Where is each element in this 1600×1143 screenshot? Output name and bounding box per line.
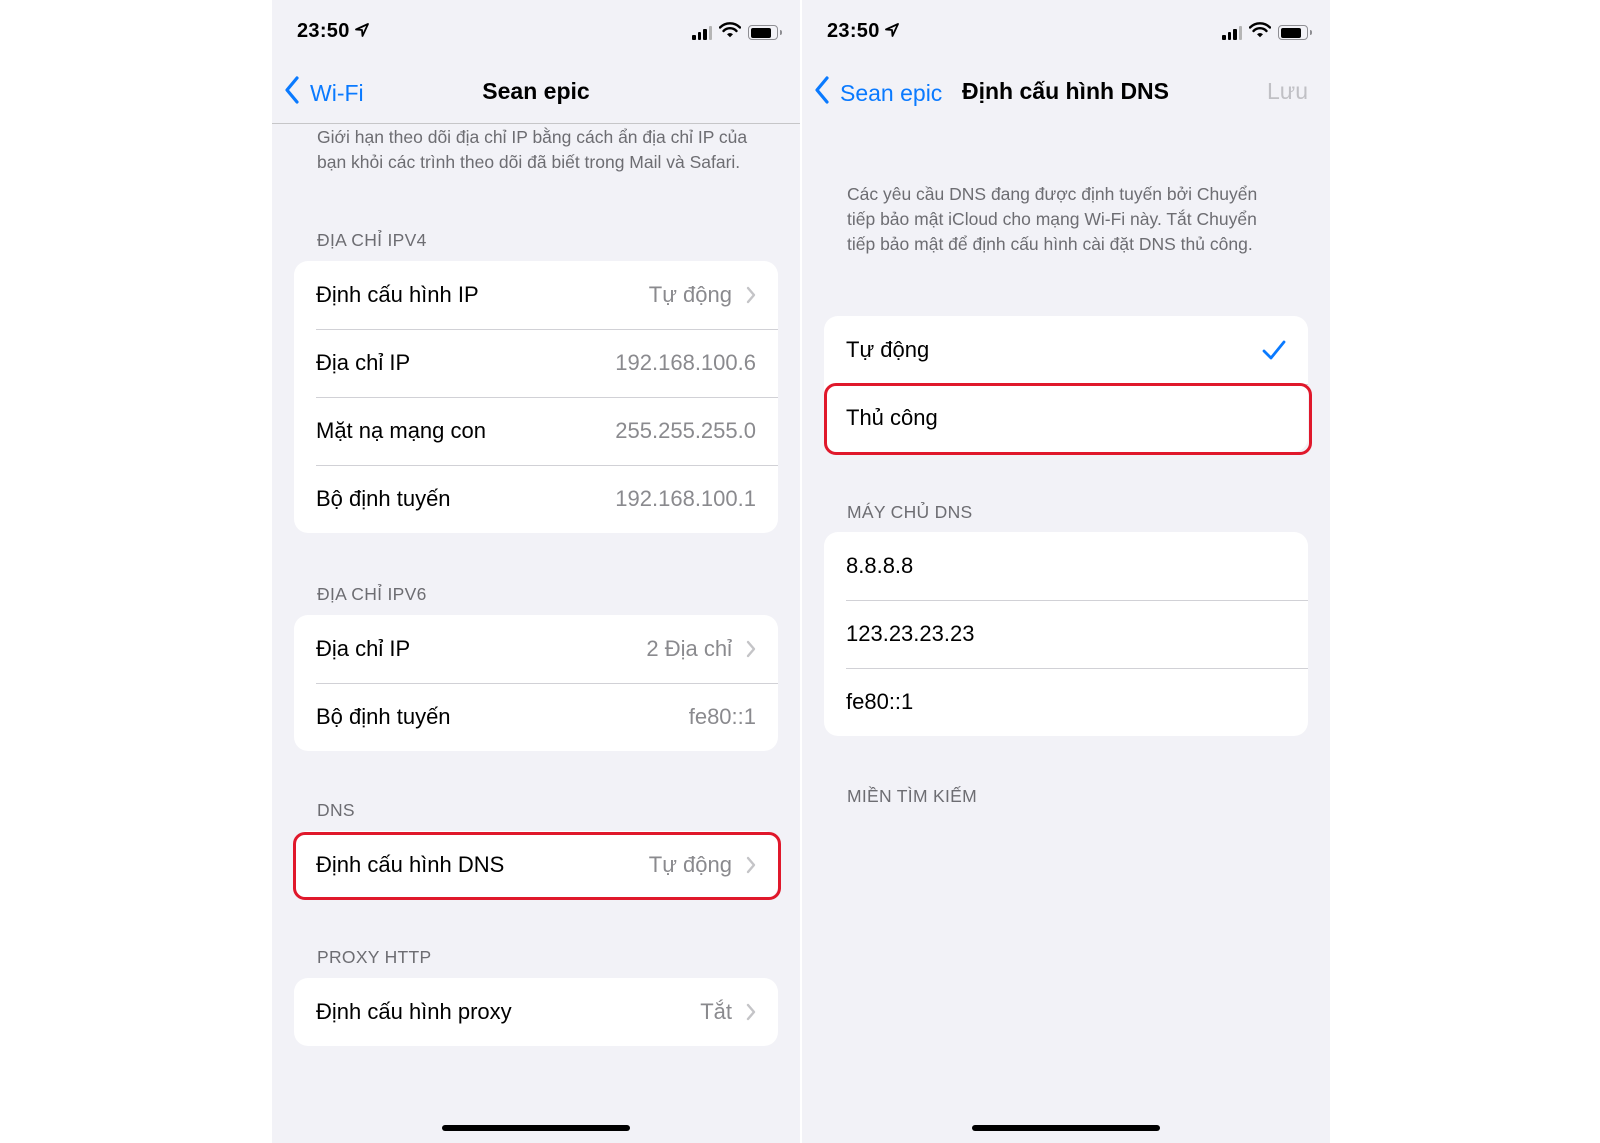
status-bar: 23:50 (802, 0, 1330, 62)
dns-server-address: 8.8.8.8 (846, 553, 914, 578)
row-label: Định cấu hình IP (316, 282, 479, 307)
dns-server-address: fe80::1 (846, 689, 914, 714)
navigation-bar: Sean epic Định cấu hình DNS Lưu (802, 62, 1330, 124)
configure-ip-row[interactable]: Định cấu hình IP Tự động (294, 261, 778, 329)
chevron-left-icon (814, 76, 840, 110)
chevron-right-icon (746, 1003, 756, 1021)
home-indicator[interactable] (442, 1125, 630, 1131)
section-header-search-domains: MIỀN TÌM KIẾM (847, 786, 977, 806)
private-address-footnote: Giới hạn theo dõi địa chỉ IP bằng cách ẩ… (317, 127, 748, 172)
phone-screen-wifi-details: 23:50 Wi-Fi Sean epic Giới hạn theo dõi … (272, 0, 800, 1143)
icloud-relay-footnote: Các yêu cầu DNS đang được định tuyến bởi… (847, 184, 1258, 254)
page-title: Sean epic (482, 78, 590, 104)
battery-icon (1278, 25, 1312, 40)
checkmark-icon (1262, 339, 1286, 361)
dns-server-row[interactable]: 8.8.8.8 (824, 532, 1308, 600)
section-header-dns: DNS (317, 800, 355, 820)
chevron-right-icon (746, 640, 756, 658)
battery-icon (748, 25, 782, 40)
phone-screen-configure-dns: 23:50 Sean epic Định cấu hình DNS Lưu Cá… (802, 0, 1330, 1143)
configure-dns-row[interactable]: Định cấu hình DNS Tự động (294, 831, 778, 899)
ipv6-address-row[interactable]: Địa chỉ IP 2 Địa chỉ (294, 615, 778, 683)
row-label: Định cấu hình DNS (316, 852, 505, 877)
navigation-bar: Wi-Fi Sean epic (272, 62, 800, 124)
location-arrow-icon (354, 21, 370, 44)
cellular-signal-icon (1222, 25, 1242, 40)
status-bar: 23:50 (272, 0, 800, 62)
subnet-mask-row: Mặt nạ mạng con 255.255.255.0 (294, 397, 778, 465)
wifi-icon (718, 22, 742, 43)
row-label: Mặt nạ mạng con (316, 418, 486, 443)
row-value: 192.168.100.1 (615, 486, 756, 511)
ipv6-router-row: Bộ định tuyến fe80::1 (294, 683, 778, 751)
option-label: Thủ công (846, 405, 938, 430)
row-value: 255.255.255.0 (615, 418, 756, 443)
row-value: Tự động (648, 282, 732, 307)
chevron-right-icon (746, 286, 756, 304)
dns-server-address: 123.23.23.23 (846, 621, 975, 646)
row-value: 2 Địa chỉ (646, 636, 732, 661)
ipv6-group: Địa chỉ IP 2 Địa chỉ Bộ định tuyến fe80:… (294, 615, 778, 751)
option-manual[interactable]: Thủ công (824, 384, 1308, 452)
dns-server-row[interactable]: 123.23.23.23 (824, 600, 1308, 668)
cellular-signal-icon (692, 25, 712, 40)
section-header-ipv6: ĐỊA CHỈ IPV6 (317, 584, 427, 604)
section-header-ipv4: ĐỊA CHỈ IPV4 (317, 230, 427, 250)
location-arrow-icon (884, 21, 900, 44)
row-value: fe80::1 (688, 704, 756, 729)
wifi-icon (1248, 22, 1272, 43)
option-label: Tự động (846, 337, 930, 362)
section-header-dns-servers: MÁY CHỦ DNS (847, 502, 973, 522)
back-label: Sean epic (840, 79, 943, 106)
ip-address-row: Địa chỉ IP 192.168.100.6 (294, 329, 778, 397)
dns-server-row[interactable]: fe80::1 (824, 668, 1308, 736)
dns-group: Định cấu hình DNS Tự động (294, 831, 778, 899)
home-indicator[interactable] (972, 1125, 1160, 1131)
back-button[interactable]: Sean epic (814, 76, 942, 110)
dns-servers-group: 8.8.8.8 123.23.23.23 fe80::1 (824, 532, 1308, 736)
status-time: 23:50 (297, 20, 350, 42)
row-label: Bộ định tuyến (316, 486, 451, 511)
row-label: Bộ định tuyến (316, 704, 451, 729)
option-automatic[interactable]: Tự động (824, 316, 1308, 384)
row-value: 192.168.100.6 (615, 350, 756, 375)
row-label: Định cấu hình proxy (316, 999, 512, 1024)
chevron-right-icon (746, 856, 756, 874)
ipv4-group: Định cấu hình IP Tự động Địa chỉ IP 192.… (294, 261, 778, 533)
save-button[interactable]: Lưu (1267, 78, 1308, 105)
router-row: Bộ định tuyến 192.168.100.1 (294, 465, 778, 533)
configure-proxy-row[interactable]: Định cấu hình proxy Tắt (294, 978, 778, 1046)
section-header-proxy: PROXY HTTP (317, 947, 432, 967)
row-label: Địa chỉ IP (316, 636, 411, 661)
row-value: Tắt (700, 999, 732, 1024)
dns-mode-group: Tự động Thủ công (824, 316, 1308, 452)
row-value: Tự động (648, 852, 732, 877)
proxy-group: Định cấu hình proxy Tắt (294, 978, 778, 1046)
page-title: Định cấu hình DNS (962, 78, 1169, 104)
status-time: 23:50 (827, 20, 880, 42)
row-label: Địa chỉ IP (316, 350, 411, 375)
